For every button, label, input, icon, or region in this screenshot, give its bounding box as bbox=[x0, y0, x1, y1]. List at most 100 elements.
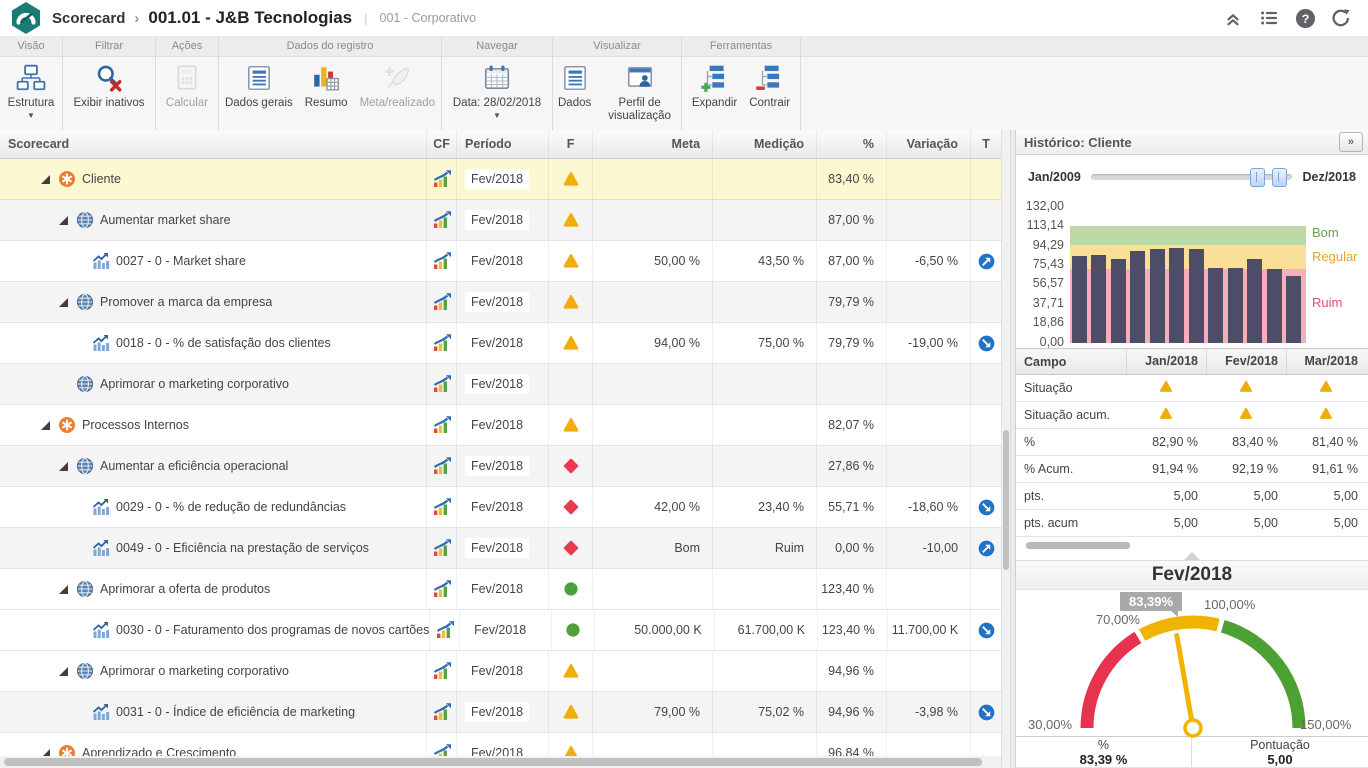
index-list-icon[interactable] bbox=[1258, 7, 1280, 29]
refresh-icon[interactable] bbox=[1330, 7, 1352, 29]
table-row[interactable]: Aprimorar o marketing corporativo Fev/201… bbox=[0, 651, 1002, 692]
contrair-button[interactable]: Contrair bbox=[744, 62, 795, 110]
tree-expander-slot[interactable] bbox=[56, 461, 70, 471]
table-row[interactable]: 0018 - 0 - % de satisfação dos clientes F… bbox=[0, 323, 1002, 364]
tree-expander-icon[interactable] bbox=[40, 174, 50, 184]
dados-gerais-button[interactable]: Dados gerais bbox=[220, 62, 298, 110]
trend-cell bbox=[971, 610, 1001, 650]
trend-down-icon[interactable] bbox=[978, 335, 995, 352]
cf-chart-icon[interactable] bbox=[432, 661, 452, 681]
table-row[interactable]: 0029 - 0 - % de redução de redundâncias F… bbox=[0, 487, 1002, 528]
horizontal-scrollbar-thumb[interactable] bbox=[4, 758, 982, 766]
column-header-variacao[interactable]: Variação bbox=[887, 130, 972, 158]
period-cell: Fev/2018 bbox=[457, 569, 550, 609]
table-row[interactable]: Aprimorar a oferta de produtos Fev/2018 12… bbox=[0, 569, 1002, 610]
trend-up-icon[interactable] bbox=[978, 253, 995, 270]
cf-chart-icon[interactable] bbox=[432, 210, 452, 230]
chart-calc-icon bbox=[311, 62, 341, 94]
cf-chart-icon[interactable] bbox=[432, 169, 452, 189]
slider-track[interactable] bbox=[1090, 167, 1293, 187]
period-value: Fev/2018 bbox=[465, 702, 530, 722]
ribbon-toolbar: Visão Estrutura ▼ Filtrar Exibir inativos Açõ… bbox=[0, 36, 1368, 131]
table-row[interactable]: Aprimorar o marketing corporativo Fev/201… bbox=[0, 364, 1002, 405]
objective-icon bbox=[76, 211, 94, 229]
tree-expander-icon[interactable] bbox=[58, 584, 68, 594]
status-cell bbox=[549, 364, 594, 404]
y-axis-tick: 18,86 bbox=[1032, 315, 1064, 330]
column-header-meta[interactable]: Meta bbox=[593, 130, 714, 158]
column-header-cf[interactable]: CF bbox=[427, 130, 458, 158]
data-28-02-2018-button[interactable]: Data: 28/02/2018 ▼ bbox=[448, 62, 546, 120]
page-subtitle: 001 - Corporativo bbox=[379, 11, 477, 25]
table-row[interactable]: 0027 - 0 - Market share Fev/2018 50,00 % 43… bbox=[0, 241, 1002, 282]
tree-expander-slot[interactable] bbox=[38, 420, 52, 430]
resumo-button[interactable]: Resumo bbox=[300, 62, 353, 110]
column-header-periodo[interactable]: Período bbox=[457, 130, 550, 158]
pct-cell: 87,00 % bbox=[817, 200, 888, 240]
objective-icon bbox=[76, 662, 94, 680]
cf-chart-icon[interactable] bbox=[432, 538, 452, 558]
vertical-scrollbar-thumb[interactable] bbox=[1003, 430, 1010, 570]
tree-expander-slot[interactable] bbox=[56, 215, 70, 225]
cf-chart-icon[interactable] bbox=[432, 251, 452, 271]
tree-expander-icon[interactable] bbox=[58, 666, 68, 676]
ribbon-group-label: Filtrar bbox=[63, 36, 155, 57]
tree-expander-icon[interactable] bbox=[58, 215, 68, 225]
pct-cell: 0,00 % bbox=[817, 528, 888, 568]
collapse-toolbar-icon[interactable] bbox=[1222, 7, 1244, 29]
table-row[interactable]: 0049 - 0 - Eficiência na prestação de se… bbox=[0, 528, 1002, 569]
cf-chart-icon[interactable] bbox=[435, 620, 455, 640]
scorecard-cell: 0027 - 0 - Market share bbox=[0, 241, 428, 281]
slider-handle-start[interactable] bbox=[1250, 167, 1266, 187]
cf-chart-icon[interactable] bbox=[432, 415, 452, 435]
tree-expander-icon[interactable] bbox=[40, 420, 50, 430]
cf-chart-icon[interactable] bbox=[432, 579, 452, 599]
calcular-button: Calcular bbox=[161, 62, 213, 110]
dados-button[interactable]: Dados bbox=[553, 62, 596, 110]
fields-table-scrollbar-thumb[interactable] bbox=[1025, 542, 1130, 550]
column-header-[interactable]: % bbox=[817, 130, 888, 158]
column-header-f[interactable]: F bbox=[549, 130, 594, 158]
trend-down-icon[interactable] bbox=[978, 704, 995, 721]
breadcrumb-app[interactable]: Scorecard bbox=[52, 10, 125, 27]
help-icon[interactable]: ? bbox=[1294, 7, 1316, 29]
cf-chart-icon[interactable] bbox=[432, 292, 452, 312]
cf-cell bbox=[427, 487, 458, 527]
table-row[interactable]: Processos Internos Fev/2018 82,07 % bbox=[0, 405, 1002, 446]
tree-expander-slot[interactable] bbox=[56, 666, 70, 676]
row-label: Aprimorar o marketing corporativo bbox=[100, 377, 289, 391]
tree-expander-icon[interactable] bbox=[58, 297, 68, 307]
row-label: Promover a marca da empresa bbox=[100, 295, 273, 309]
table-row[interactable]: Aumentar a eficiência operacional Fev/201… bbox=[0, 446, 1002, 487]
table-row[interactable]: Promover a marca da empresa Fev/2018 79,79… bbox=[0, 282, 1002, 323]
cf-chart-icon[interactable] bbox=[432, 333, 452, 353]
slider-handle-end[interactable] bbox=[1272, 167, 1288, 187]
trend-up-icon[interactable] bbox=[978, 540, 995, 557]
tree-expander-slot[interactable] bbox=[38, 174, 52, 184]
horizontal-scrollbar[interactable] bbox=[0, 756, 1002, 768]
panel-expand-button[interactable]: » bbox=[1338, 132, 1363, 153]
perfil-de-visualizacao-button[interactable]: Perfil de visualização bbox=[598, 62, 681, 123]
estrutura-button[interactable]: Estrutura ▼ bbox=[3, 62, 60, 120]
expandir-button[interactable]: Expandir bbox=[687, 62, 742, 110]
vertical-scrollbar[interactable] bbox=[1001, 130, 1010, 768]
splitter-grip[interactable] bbox=[1016, 552, 1368, 560]
tree-expander-slot[interactable] bbox=[56, 297, 70, 307]
cf-chart-icon[interactable] bbox=[432, 374, 452, 394]
tree-expander-icon[interactable] bbox=[58, 461, 68, 471]
column-header-t[interactable]: T bbox=[971, 130, 1001, 158]
table-row[interactable]: 0030 - 0 - Faturamento dos programas de … bbox=[0, 610, 1002, 651]
table-row[interactable]: Aumentar market share Fev/2018 87,00 % bbox=[0, 200, 1002, 241]
column-header-medicao[interactable]: Medição bbox=[713, 130, 818, 158]
cf-chart-icon[interactable] bbox=[432, 456, 452, 476]
cf-chart-icon[interactable] bbox=[432, 702, 452, 722]
column-header-scorecard[interactable]: Scorecard bbox=[0, 130, 428, 158]
table-row[interactable]: 0031 - 0 - Índice de eficiência de marke… bbox=[0, 692, 1002, 733]
trend-down-icon[interactable] bbox=[978, 499, 995, 516]
tree-expander-slot[interactable] bbox=[56, 584, 70, 594]
cf-chart-icon[interactable] bbox=[432, 497, 452, 517]
fields-table-scrollbar[interactable] bbox=[1016, 537, 1368, 552]
trend-down-icon[interactable] bbox=[978, 622, 995, 639]
table-row[interactable]: Cliente Fev/2018 83,40 % bbox=[0, 159, 1002, 200]
exibir-inativos-button[interactable]: Exibir inativos bbox=[69, 62, 150, 110]
